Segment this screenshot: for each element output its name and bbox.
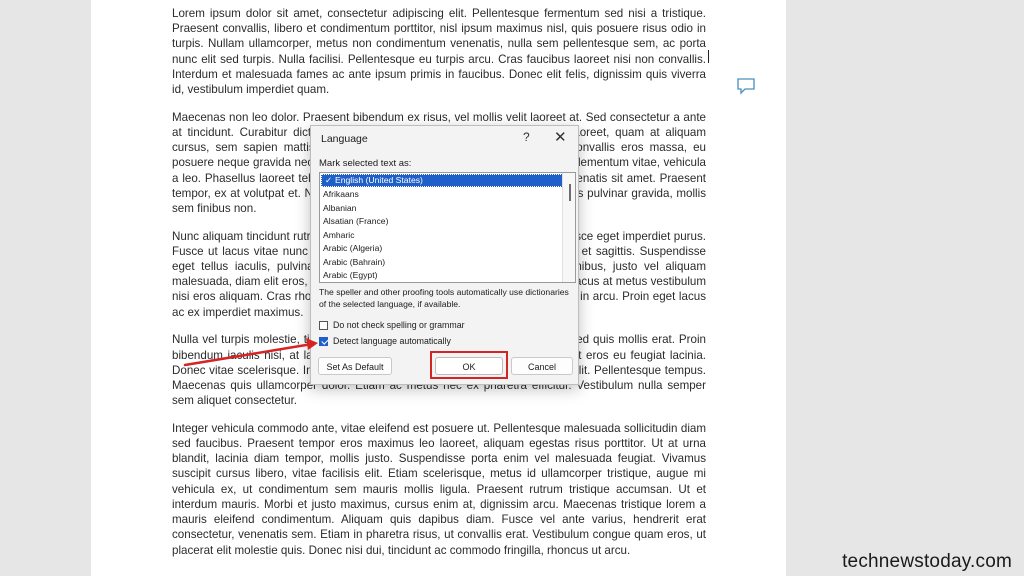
site-watermark: technewstoday.com	[842, 551, 1012, 572]
annotation-arrow	[183, 338, 318, 367]
